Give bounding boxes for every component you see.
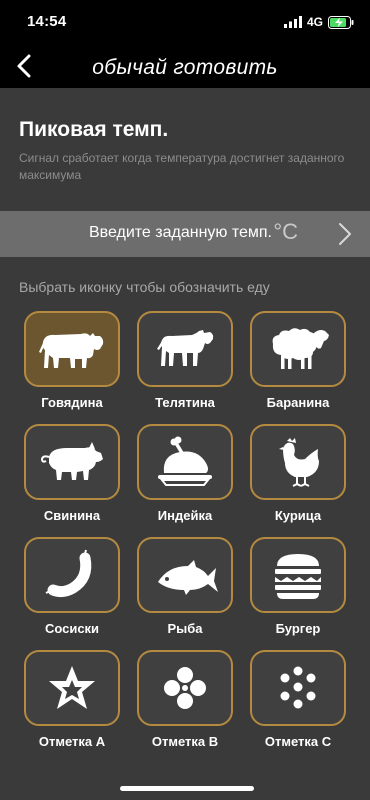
status-time: 14:54	[27, 13, 67, 30]
icon-picker-prompt: Выбрать иконку чтобы обозначить еду	[19, 279, 270, 295]
tile-label-turkey: Индейка	[157, 508, 213, 523]
status-bar: 14:54 4G	[0, 0, 370, 44]
calf-icon	[157, 330, 214, 366]
burger-icon	[275, 554, 321, 599]
flower-icon	[164, 667, 206, 709]
tile-turkey[interactable]	[137, 424, 233, 500]
tile-fish[interactable]	[137, 537, 233, 613]
page-title: Пиковая темп.	[19, 118, 169, 141]
tile-label-mark-b: Отметка В	[151, 734, 219, 749]
temperature-input-row[interactable]: Введите заданную темп. °C	[0, 211, 370, 257]
tile-label-mark-c: Отметка С	[264, 734, 332, 749]
status-icons: 4G	[283, 14, 354, 30]
lamb-icon	[272, 328, 329, 369]
tile-label-calf: Телятина	[155, 395, 215, 410]
temperature-unit: °C	[273, 219, 298, 244]
tile-label-burger: Бургер	[275, 621, 321, 636]
tile-burger[interactable]	[250, 537, 346, 613]
tile-label-lamb: Баранина	[266, 395, 330, 410]
tile-sausage[interactable]	[24, 537, 120, 613]
signal-icon	[283, 16, 302, 28]
dots-ring-icon	[280, 666, 316, 709]
tile-beef[interactable]	[24, 311, 120, 387]
nav-title: обычай готовить	[92, 56, 278, 79]
page-description: Сигнал сработает когда температура дости…	[19, 151, 345, 182]
nav-bar: обычай готовить	[0, 44, 370, 88]
star-icon	[49, 666, 95, 709]
tile-label-fish: Рыба	[167, 621, 203, 636]
tile-label-mark-a: Отметка А	[38, 734, 106, 749]
tile-label-sausage: Сосиски	[44, 621, 100, 636]
tile-label-beef: Говядина	[41, 395, 103, 410]
fish-icon	[158, 560, 218, 595]
tile-mark-a[interactable]	[24, 650, 120, 726]
tile-calf[interactable]	[137, 311, 233, 387]
network-type: 4G	[306, 15, 323, 29]
turkey-icon	[158, 436, 212, 486]
tile-label-chicken: Курица	[274, 508, 322, 523]
sausage-icon	[45, 549, 92, 598]
tile-label-pork: Свинина	[43, 508, 101, 523]
tile-mark-b[interactable]	[137, 650, 233, 726]
tile-chicken[interactable]	[250, 424, 346, 500]
battery-charging-icon	[328, 15, 354, 29]
home-indicator	[120, 786, 254, 791]
chicken-icon	[279, 438, 319, 487]
beef-icon	[39, 333, 104, 368]
top-bar: 14:54 4G обычай готовить	[0, 0, 370, 88]
tile-mark-c[interactable]	[250, 650, 346, 726]
temperature-input-label: Введите заданную темп.	[88, 224, 272, 241]
chevron-right-icon	[339, 223, 351, 245]
tile-lamb[interactable]	[250, 311, 346, 387]
pork-icon	[40, 442, 103, 480]
tile-pork[interactable]	[24, 424, 120, 500]
